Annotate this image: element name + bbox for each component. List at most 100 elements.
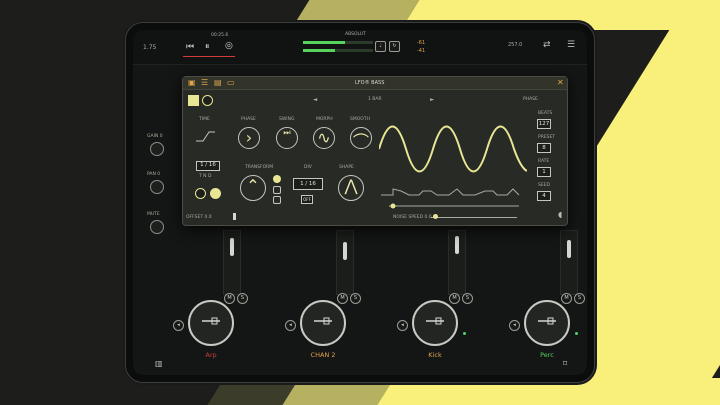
side-value-seed[interactable]: 4 [537, 191, 551, 201]
transform-option-2[interactable] [273, 186, 281, 194]
side-value-preset[interactable]: 8 [537, 143, 551, 153]
send-knob[interactable] [150, 220, 164, 234]
noise-speed-handle[interactable] [433, 214, 438, 219]
div-value-box[interactable]: 1 / 16 [293, 178, 323, 190]
ipad-frame: 1.75 00:25.6 ⏮ ⏸ ◎ ABSOLUT ♩ ↻ -61 -41 2… [125, 22, 595, 383]
footer-noise-label: NOISE SPEED 0.0 [393, 215, 432, 220]
menu-icon[interactable]: ☰ [567, 41, 575, 50]
time-sub-label: T N D [199, 174, 212, 179]
close-icon[interactable]: ✕ [557, 79, 564, 87]
side-value-beats[interactable]: 127 [537, 119, 551, 129]
side-label-beats: BEATS [538, 111, 553, 116]
time-curve-icon [196, 131, 215, 142]
fader-arp[interactable] [230, 238, 234, 256]
transform-option-3[interactable] [273, 196, 281, 204]
swing-label: SWING [279, 117, 295, 122]
level-readout-right: -41 [417, 48, 426, 54]
metronome-button[interactable]: ♩ [375, 41, 386, 52]
div-label: DIV [304, 165, 312, 170]
phase-label: PHASE [241, 117, 256, 122]
level-meter-top [303, 41, 373, 44]
transport-bar: 1.75 00:25.6 ⏮ ⏸ ◎ ABSOLUT ♩ ↻ -61 -41 2… [133, 30, 587, 65]
transform-knob[interactable]: ⌃ [240, 175, 266, 201]
side-value-rate[interactable]: 1 [537, 167, 551, 177]
power-icon[interactable] [202, 95, 213, 106]
side-label-seed: SEED [538, 183, 551, 188]
time-label: TIME [199, 117, 210, 122]
footer-offset-label: OFFSET 0.0 [186, 215, 212, 220]
dice-icon[interactable]: ▣ [188, 79, 196, 87]
record-icon[interactable]: ◎ [225, 42, 233, 51]
channel-name-kick[interactable]: Kick [405, 351, 465, 359]
channel-left-button-chan2[interactable]: ◂ [285, 320, 296, 331]
fader-chan2[interactable] [343, 242, 347, 260]
grid-icon[interactable]: ▤ [214, 79, 222, 87]
side-label-rate: RATE [538, 159, 550, 164]
mode-label: ABSOLUT [345, 32, 366, 37]
morph-label: MORPH [316, 117, 333, 122]
nav-label: 1 BAR [368, 97, 382, 102]
knob-slider-icon [426, 317, 444, 325]
note-toggle[interactable] [210, 188, 221, 199]
morph-knob[interactable]: ∿ [313, 127, 335, 149]
channel-name-perc[interactable]: Perc [517, 351, 577, 359]
loop-button[interactable]: ↻ [389, 41, 400, 52]
knob-slider-icon [202, 317, 220, 325]
folder-icon[interactable]: ▭ [227, 79, 235, 87]
fader-perc[interactable] [567, 240, 571, 258]
keyboard-icon[interactable]: ▥ [155, 360, 163, 368]
solo-button-arp[interactable]: S [237, 293, 248, 304]
lfo-waveform-display [379, 125, 527, 209]
pan-knob[interactable] [150, 180, 164, 194]
panel-title: LFO® BASS [355, 80, 385, 86]
knob-slider-icon [314, 317, 332, 325]
active-dot-perc [575, 332, 578, 335]
volume-knob-kick[interactable] [412, 300, 458, 346]
tempo-readout[interactable]: 1.75 [143, 44, 156, 51]
mixer-icon[interactable]: ⇄ [543, 41, 551, 50]
fader-kick[interactable] [455, 236, 459, 254]
bookmark-icon[interactable]: ⌑ [563, 360, 567, 368]
level-meter-bottom [303, 49, 373, 52]
pause-icon[interactable]: ⏸ [205, 43, 210, 52]
shape-label: SHAPE [339, 165, 354, 170]
sliders-icon[interactable]: ☰ [201, 79, 208, 87]
pan-label: PAN 0 [147, 172, 161, 177]
solo-button-chan2[interactable]: S [350, 293, 361, 304]
transform-label: TRANSFORM [245, 165, 274, 170]
volume-knob-arp[interactable] [188, 300, 234, 346]
plugin-logo [188, 95, 199, 106]
solo-button-perc[interactable]: S [574, 293, 585, 304]
nav-prev[interactable]: ◄ [313, 97, 317, 103]
phase-knob[interactable]: › [238, 127, 260, 149]
time-value-box[interactable]: 1 / 16 [196, 161, 220, 171]
noise-speed-slider[interactable] [431, 217, 517, 218]
time-readout: 00:25.6 [211, 33, 229, 38]
channel-name-arp[interactable]: Arp [181, 351, 241, 359]
volume-knob-chan2[interactable] [300, 300, 346, 346]
channel-left-button-perc[interactable]: ◂ [509, 320, 520, 331]
rate-label: PHASE [523, 97, 538, 102]
nav-next[interactable]: ► [430, 97, 434, 103]
channel-left-button-kick[interactable]: ◂ [397, 320, 408, 331]
div-sub-box[interactable]: OFF [301, 195, 313, 204]
rewind-icon[interactable]: ⏮ [186, 43, 194, 52]
transform-option-1[interactable] [273, 175, 281, 183]
volume-knob-perc[interactable] [524, 300, 570, 346]
tempo-sync-toggle[interactable] [195, 188, 206, 199]
speaker-icon[interactable]: ◖ [558, 211, 562, 219]
gain-knob[interactable] [150, 142, 164, 156]
gain-label: GAIN 0 [147, 134, 163, 139]
lfo-plugin-panel: ▣ ☰ ▤ ▭ LFO® BASS ✕ ◄ 1 BAR ► PHASE TIME… [182, 76, 568, 226]
active-dot-kick [463, 332, 466, 335]
smooth-label: SMOOTH [350, 117, 370, 122]
swing-knob[interactable]: ⏭ [276, 127, 298, 149]
smooth-knob[interactable]: ⌒ [350, 127, 372, 151]
side-label-preset: PRESET [538, 135, 556, 140]
offset-handle[interactable] [233, 213, 236, 220]
channel-left-button-arp[interactable]: ◂ [173, 320, 184, 331]
channel-name-chan2[interactable]: CHAN 2 [293, 351, 353, 359]
shape-knob[interactable]: ⋀ [338, 175, 364, 201]
solo-button-kick[interactable]: S [462, 293, 473, 304]
level-readout-left: -61 [417, 40, 426, 46]
